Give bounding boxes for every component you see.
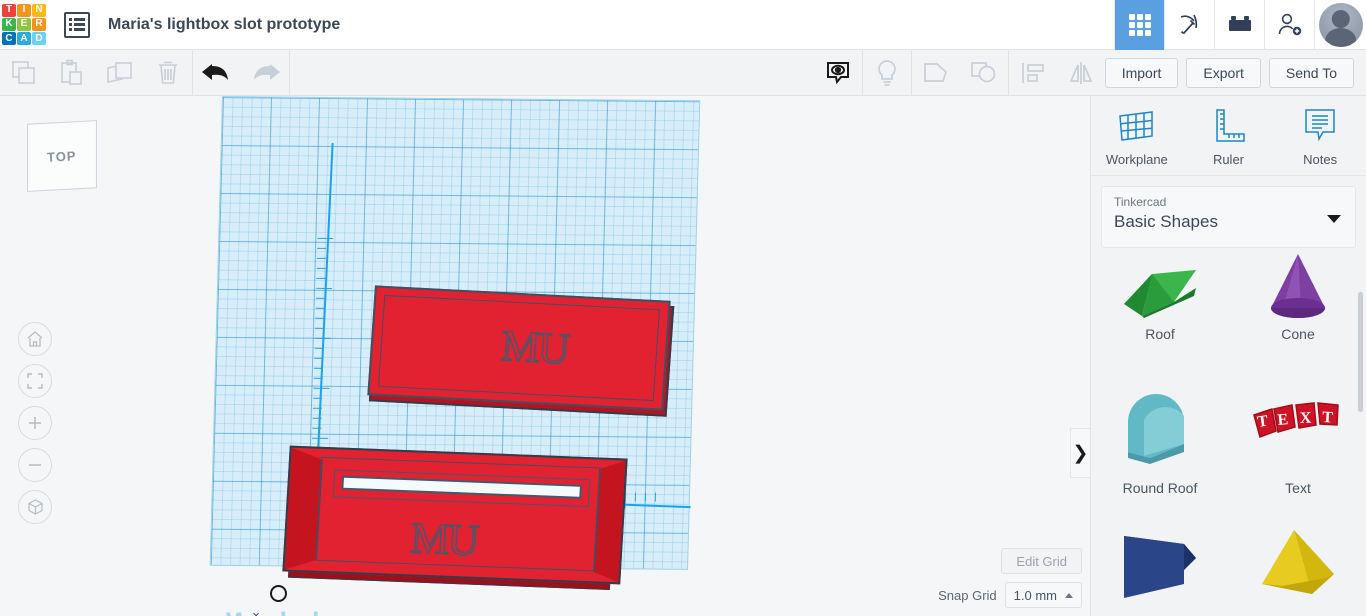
navigation-controls [18,322,52,524]
logo-tile-i: I [17,3,31,17]
workplane-area[interactable]: MU MU Workplane × [0,96,1090,616]
shape-round-roof-label: Round Roof [1122,480,1198,496]
ungroup-icon[interactable] [960,50,1008,95]
edit-toolbar: Import Export Send To [0,50,1366,96]
logo-tile-c: C [2,32,16,46]
top-bar: TIN KER CAD Maria's lightbox slot prototyp… [0,0,1366,50]
pickaxe-icon[interactable] [1164,0,1214,50]
workplane-tool[interactable]: Workplane [1095,106,1179,167]
zoom-in-icon[interactable] [18,406,52,440]
apps-grid-icon[interactable] [1114,0,1164,50]
snap-grid-row: Snap Grid 1.0 mm [938,582,1082,608]
import-button[interactable]: Import [1104,57,1179,88]
notes-tool-label: Notes [1303,152,1338,167]
workplane-close-icon[interactable]: × [246,605,266,616]
ruler-tool[interactable]: Ruler [1186,106,1270,167]
svg-text:X: X [1300,410,1313,427]
logo-tile-r: R [32,17,46,32]
group-tool-group [912,50,1008,95]
history-tool-group [193,50,289,95]
chevron-down-icon [1327,215,1341,223]
align-tool-group [1009,50,1105,95]
svg-text:T: T [1322,409,1334,427]
export-button[interactable]: Export [1186,57,1261,88]
shape-cone[interactable]: Cone [1229,250,1366,368]
view-cube[interactable]: TOP [27,120,97,192]
logo-tile-d: D [32,32,46,46]
snap-grid-select[interactable]: 1.0 mm [1004,582,1082,608]
panel-tool-row: Workplane Ruler Notes [1091,96,1366,176]
shape-roof[interactable]: Roof [1091,250,1229,368]
perspective-toggle-icon[interactable] [18,490,52,524]
duplicate-icon[interactable] [96,50,144,95]
panel-scrollbar[interactable] [1358,292,1363,412]
snap-grid-value: 1.0 mm [1013,587,1057,603]
shape-text[interactable]: T E X T Text [1229,368,1366,522]
shape-cone-label: Cone [1281,326,1315,342]
shape-list[interactable]: Roof Cone Round Roof T E X T Text [1091,248,1366,616]
plate-top-face: MU [367,285,671,411]
document-list-icon[interactable] [64,11,90,38]
box-text: MU [408,513,479,566]
panel-collapse-handle[interactable]: ❯ [1070,428,1090,478]
slot-box-object[interactable]: MU [282,445,628,590]
ruler-tool-label: Ruler [1212,152,1245,167]
shape-library-dropdown[interactable]: Tinkercad Basic Shapes [1101,186,1356,248]
library-collection-value: Basic Shapes [1114,212,1218,231]
fit-to-view-icon[interactable] [18,364,52,398]
send-to-button[interactable]: Send To [1268,57,1354,88]
zoom-out-icon[interactable] [18,448,52,482]
show-hide-icon[interactable] [814,50,862,95]
tinkercad-app: TINKERCAD Maria's lightbox slot prototyp… [0,0,1366,616]
logo-tile-n: N [32,3,46,17]
logo-tile-e: E [17,17,31,32]
caret-up-icon [1065,592,1073,598]
mirror-icon[interactable] [1057,50,1105,95]
undo-icon[interactable] [193,50,241,95]
delete-icon[interactable] [144,50,192,95]
shape-grid: Roof Cone Round Roof T E X T Text [1091,250,1366,616]
shape-pyramid[interactable] [1229,522,1366,616]
brick-icon[interactable] [1214,0,1264,50]
page-title: Maria's lightbox slot prototype [108,15,341,33]
edit-tool-group [0,50,192,95]
toolbar-actions: Import Export Send To [1104,50,1366,95]
add-person-icon[interactable] [1264,0,1314,50]
library-source-label: Tinkercad [1114,195,1167,209]
align-icon[interactable] [1009,50,1057,95]
avatar[interactable] [1314,0,1366,50]
plate-text: MU [499,320,571,374]
logo-tile-a: A [17,32,31,46]
shape-roof-label: Roof [1145,326,1175,342]
view-cube-label: TOP [46,147,78,165]
logo-tile-k: K [2,17,16,32]
redo-icon[interactable] [241,50,289,95]
shapes-panel: Workplane Ruler Notes Tinkercad Basic Sh… [1090,96,1366,616]
workplane-origin-handle[interactable] [270,585,287,602]
workplane-tool-label: Workplane [1105,152,1168,167]
shape-wedge[interactable] [1091,522,1229,616]
paste-icon[interactable] [48,50,96,95]
grid-controls: Edit Grid Snap Grid 1.0 mm [938,548,1082,608]
view-tool-group [814,50,911,95]
edit-grid-button[interactable]: Edit Grid [1001,548,1082,574]
group-icon[interactable] [912,50,960,95]
shape-text-label: Text [1285,480,1311,496]
plate-object[interactable]: MU [367,285,675,417]
top-right-icon-bar [1114,0,1366,50]
copy-icon[interactable] [0,50,48,95]
box-body: MU [282,445,628,585]
home-view-icon[interactable] [18,322,52,356]
shape-round-roof[interactable]: Round Roof [1091,368,1229,522]
logo-tile-t: T [2,3,16,17]
lightbulb-icon[interactable] [863,50,911,95]
tinkercad-logo[interactable]: TIN KER CAD [2,3,46,46]
svg-text:E: E [1277,411,1289,429]
snap-grid-label: Snap Grid [938,587,997,603]
notes-tool[interactable]: Notes [1278,106,1362,167]
3d-canvas[interactable]: MU MU Workplane × TOP [0,96,1090,616]
